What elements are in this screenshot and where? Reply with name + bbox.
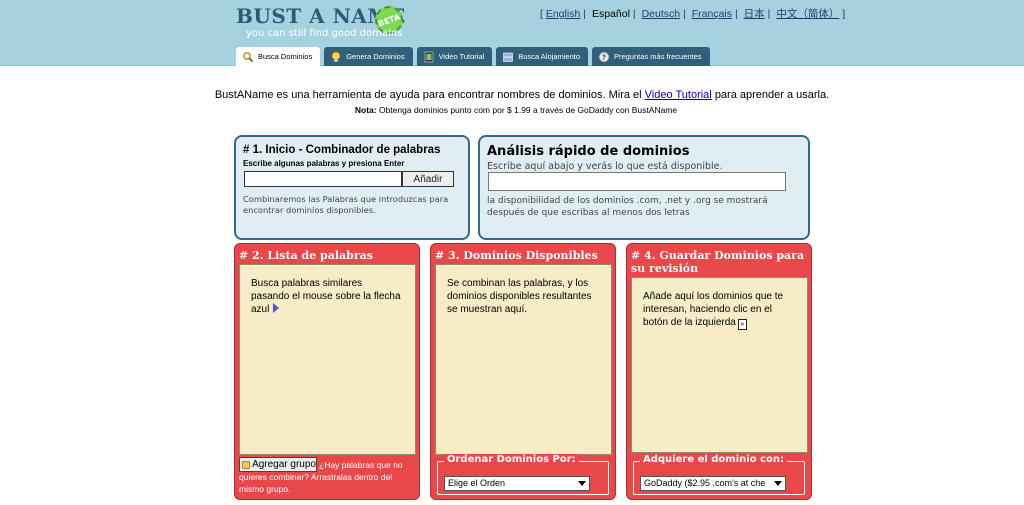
svg-text:?: ?: [602, 53, 606, 61]
quick-check-box: Análisis rápido de dominios Escribe aquí…: [478, 135, 810, 240]
registrar-fieldset: Adquiere el dominio con: GoDaddy ($2.95 …: [633, 454, 805, 495]
add-group-label: Agregar grupo: [252, 459, 316, 470]
film-icon: [424, 51, 433, 62]
server-icon: [503, 52, 514, 62]
word-list-box: # 2. Lista de palabras Busca palabras si…: [234, 243, 420, 500]
tab-label: Preguntas más frecuentes: [614, 52, 702, 61]
word-input[interactable]: [244, 171, 402, 187]
help-icon: ?: [598, 51, 610, 62]
header: BUST A NAME BETA you can still find good…: [0, 0, 1024, 66]
chevron-down-icon: [774, 481, 782, 486]
tab-video-tutorial[interactable]: Video Tutorial: [416, 47, 493, 66]
word-combiner-subtitle: Escribe algunas palabras y presiona Ente…: [243, 159, 405, 168]
tab-label: Genera Dominios: [346, 52, 405, 61]
available-domains-panel: Se combinan las palabras, y los dominios…: [435, 264, 612, 455]
blue-arrow-icon[interactable]: [273, 303, 280, 313]
available-domains-title: # 3. Dominios Disponibles: [435, 249, 598, 262]
sort-select-value: Elige el Orden: [448, 478, 506, 488]
logo[interactable]: BUST A NAME BETA you can still find good…: [236, 2, 416, 44]
quick-check-title: Análisis rápido de dominios: [487, 144, 690, 159]
promo-note: Nota: Obtenga dominios punto com por $ 1…: [0, 105, 1024, 115]
word-list-text: Busca palabras similares pasando el mous…: [251, 278, 401, 315]
magnifier-icon: [243, 51, 254, 62]
word-combiner-description: Combinaremos las Palabras que introduzca…: [243, 194, 449, 215]
available-domains-box: # 3. Dominios Disponibles Se combinan la…: [430, 243, 616, 500]
word-list-title: # 2. Lista de palabras: [239, 249, 373, 262]
word-combiner-box: # 1. Inicio - Combinador de palabras Esc…: [234, 135, 470, 240]
lang-japanese[interactable]: 日本: [744, 8, 765, 20]
lang-english[interactable]: English: [546, 8, 580, 20]
save-domains-panel: Añade aquí los dominios que te interesan…: [631, 277, 808, 453]
tab-label: Video Tutorial: [438, 52, 485, 61]
intro-text: BustAName es una herramienta de ayuda pa…: [0, 89, 1024, 101]
tab-label: Busca Dominios: [258, 52, 313, 61]
note-text: Obtenga dominios punto com por $ 1.99 a …: [378, 105, 678, 115]
intro-after: para aprender a usarla.: [714, 89, 830, 101]
quick-check-description: la disponibilidad de los dominios .com, …: [487, 196, 768, 218]
main-tabs: Busca Dominios Genera Dominios Video Tut…: [236, 47, 710, 66]
tab-genera-dominios[interactable]: Genera Dominios: [324, 47, 413, 66]
registrar-legend: Adquiere el dominio con:: [640, 454, 787, 465]
logo-tagline: you can still find good domains: [246, 28, 403, 39]
add-word-button[interactable]: Añadir: [402, 171, 454, 187]
save-domains-title: # 4. Guardar Dominios para su revisión: [631, 249, 805, 275]
tab-preguntas-frecuentes[interactable]: ? Preguntas más frecuentes: [592, 47, 710, 66]
tab-busca-alojamiento[interactable]: Busca Alojamiento: [496, 47, 588, 66]
save-domains-text: Añade aquí los dominios que te interesan…: [643, 291, 784, 330]
quick-check-input[interactable]: [488, 172, 786, 191]
folder-icon: [242, 460, 251, 469]
lang-bracket-open: [: [540, 8, 543, 20]
word-combiner-title: # 1. Inicio - Combinador de palabras: [243, 144, 441, 156]
chevron-down-icon: [578, 481, 586, 486]
sort-fieldset: Ordenar Dominios Por: Elige el Orden: [437, 454, 609, 495]
lang-chinese[interactable]: 中文（简体）: [776, 8, 839, 20]
registrar-select[interactable]: GoDaddy ($2.95 .com's at che: [640, 476, 786, 491]
lang-deutsch[interactable]: Deutsch: [642, 8, 681, 20]
quick-check-subtitle: Escribe aquí abajo y verás lo que está d…: [487, 161, 723, 172]
lightbulb-icon: [332, 51, 341, 62]
note-label: Nota:: [354, 105, 377, 115]
video-tutorial-link[interactable]: Video Tutorial: [645, 89, 712, 101]
word-list-panel: Busca palabras similares pasando el mous…: [239, 264, 416, 455]
sort-select[interactable]: Elige el Orden: [444, 476, 590, 491]
available-domains-text: Se combinan las palabras, y los dominios…: [447, 278, 592, 315]
intro-before: BustAName es una herramienta de ayuda pa…: [214, 89, 642, 101]
lang-francais[interactable]: Français: [692, 8, 732, 20]
sort-legend: Ordenar Dominios Por:: [444, 454, 579, 465]
lang-bracket-close: ]: [842, 8, 846, 20]
save-domains-box: # 4. Guardar Dominios para su revisión A…: [626, 243, 812, 500]
tab-label: Busca Alojamiento: [518, 52, 580, 61]
add-group-button[interactable]: Agregar grupo: [239, 457, 317, 472]
language-bar: [ English | Español | Deutsch | Français | 日…: [540, 8, 846, 20]
lang-espanol: Español: [591, 8, 630, 20]
tab-busca-dominios[interactable]: Busca Dominios: [236, 47, 321, 66]
registrar-select-value: GoDaddy ($2.95 .com's at che: [644, 478, 766, 488]
double-arrow-icon[interactable]: »: [737, 319, 747, 330]
